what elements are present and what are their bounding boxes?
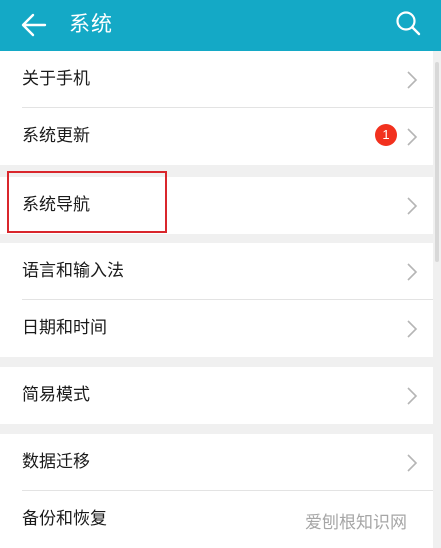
update-count-badge: 1 (375, 124, 397, 146)
chevron-right-icon (407, 71, 418, 89)
chevron-right-icon (407, 454, 418, 472)
scrollbar-thumb[interactable] (435, 62, 439, 262)
menu-group-navigation: 系统导航 (0, 177, 433, 234)
menu-group-language-time: 语言和输入法 日期和时间 (0, 243, 433, 357)
page-title: 系统 (69, 12, 113, 36)
back-arrow-icon[interactable] (20, 11, 48, 39)
menu-group-simple-mode: 简易模式 (0, 367, 433, 424)
watermark-text: 爱刨根知识网 (305, 513, 407, 533)
menu-item-date-time[interactable]: 日期和时间 (0, 300, 433, 357)
chevron-right-icon (407, 320, 418, 338)
menu-item-label: 系统更新 (22, 126, 90, 146)
menu-item-label: 数据迁移 (22, 452, 90, 472)
search-icon[interactable] (394, 9, 422, 37)
menu-item-label: 简易模式 (22, 385, 90, 405)
menu-group-device: 关于手机 系统更新 (0, 51, 433, 165)
menu-item-label: 关于手机 (22, 69, 90, 89)
chevron-right-icon (407, 197, 418, 215)
chevron-right-icon (407, 263, 418, 281)
menu-item-simple-mode[interactable]: 简易模式 (0, 367, 433, 424)
chevron-right-icon (407, 128, 418, 146)
menu-item-label: 日期和时间 (22, 318, 107, 338)
menu-item-system-navigation[interactable]: 系统导航 (0, 177, 433, 234)
menu-item-data-migration[interactable]: 数据迁移 (0, 434, 433, 491)
menu-item-label: 语言和输入法 (22, 261, 124, 281)
menu-item-language-input[interactable]: 语言和输入法 (0, 243, 433, 300)
chevron-right-icon (407, 387, 418, 405)
menu-item-label: 备份和恢复 (22, 509, 107, 529)
top-app-bar: 系统 (0, 0, 441, 51)
menu-item-label: 系统导航 (22, 195, 90, 215)
menu-item-about-phone[interactable]: 关于手机 (0, 51, 433, 108)
menu-item-system-update[interactable]: 系统更新 (0, 108, 433, 165)
